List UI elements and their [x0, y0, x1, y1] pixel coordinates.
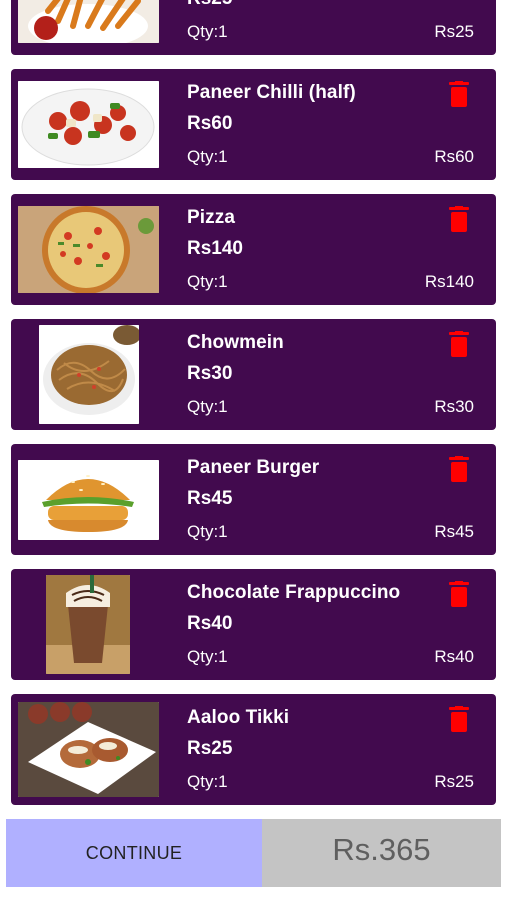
item-qty: Qty:1 — [187, 397, 228, 416]
delete-button[interactable] — [449, 81, 469, 107]
item-price: Rs45 — [187, 488, 233, 509]
item-price: Rs140 — [187, 238, 243, 259]
item-image-paneer-burger — [18, 460, 159, 540]
item-name: Paneer Chilli (half) — [187, 82, 356, 103]
delete-button[interactable] — [449, 706, 469, 732]
item-image-frappuccino — [46, 575, 130, 674]
item-price: Rs25 — [187, 738, 233, 759]
item-total: Rs25 — [434, 772, 474, 791]
cart-item-pizza: Pizza Rs140 Qty:1 Rs140 — [11, 194, 496, 305]
item-qty: Qty:1 — [187, 22, 228, 41]
item-total: Rs45 — [434, 522, 474, 541]
cart-item-chowmein: Chowmein Rs30 Qty:1 Rs30 — [11, 319, 496, 430]
item-total: Rs25 — [434, 22, 474, 41]
item-image-paneer-chilli — [18, 81, 159, 168]
delete-button[interactable] — [449, 581, 469, 607]
checkout-footer: CONTINUE Rs.365 — [6, 819, 501, 887]
item-qty: Qty:1 — [187, 272, 228, 291]
cart-item-paneer-burger: Paneer Burger Rs45 Qty:1 Rs45 — [11, 444, 496, 555]
item-image-chowmein — [39, 325, 139, 424]
trash-icon — [449, 456, 469, 482]
cart-item-fries: Rs25 Qty:1 Rs25 — [11, 0, 496, 55]
item-image-aaloo-tikki — [18, 702, 159, 797]
cart-item-aaloo-tikki: Aaloo Tikki Rs25 Qty:1 Rs25 — [11, 694, 496, 805]
trash-icon — [449, 206, 469, 232]
item-name: Aaloo Tikki — [187, 707, 290, 728]
item-price: Rs60 — [187, 113, 233, 134]
cart-item-paneer-chilli: Paneer Chilli (half) Rs60 Qty:1 Rs60 — [11, 69, 496, 180]
item-name: Chocolate Frappuccino — [187, 582, 401, 603]
delete-button[interactable] — [449, 331, 469, 357]
item-qty: Qty:1 — [187, 147, 228, 166]
item-price: Rs40 — [187, 613, 233, 634]
item-name: Paneer Burger — [187, 457, 320, 478]
trash-icon — [449, 81, 469, 107]
grand-total: Rs.365 — [262, 819, 501, 887]
item-image-fries — [18, 0, 159, 43]
item-name: Chowmein — [187, 332, 284, 353]
delete-button[interactable] — [449, 206, 469, 232]
trash-icon — [449, 331, 469, 357]
item-total: Rs30 — [434, 397, 474, 416]
cart-screen: Rs25 Qty:1 Rs25 Paneer Chilli (half) Rs6… — [0, 0, 506, 900]
item-qty: Qty:1 — [187, 647, 228, 666]
item-total: Rs140 — [424, 272, 474, 291]
item-total: Rs60 — [434, 147, 474, 166]
trash-icon — [449, 581, 469, 607]
item-total: Rs40 — [434, 647, 474, 666]
trash-icon — [449, 706, 469, 732]
delete-button[interactable] — [449, 456, 469, 482]
item-price: Rs30 — [187, 363, 233, 384]
item-price: Rs25 — [187, 0, 232, 10]
item-image-pizza — [18, 206, 159, 293]
item-qty: Qty:1 — [187, 772, 228, 791]
item-qty: Qty:1 — [187, 522, 228, 541]
item-name: Pizza — [187, 207, 236, 228]
cart-item-chocolate-frappuccino: Chocolate Frappuccino Rs40 Qty:1 Rs40 — [11, 569, 496, 680]
continue-button[interactable]: CONTINUE — [6, 819, 262, 887]
